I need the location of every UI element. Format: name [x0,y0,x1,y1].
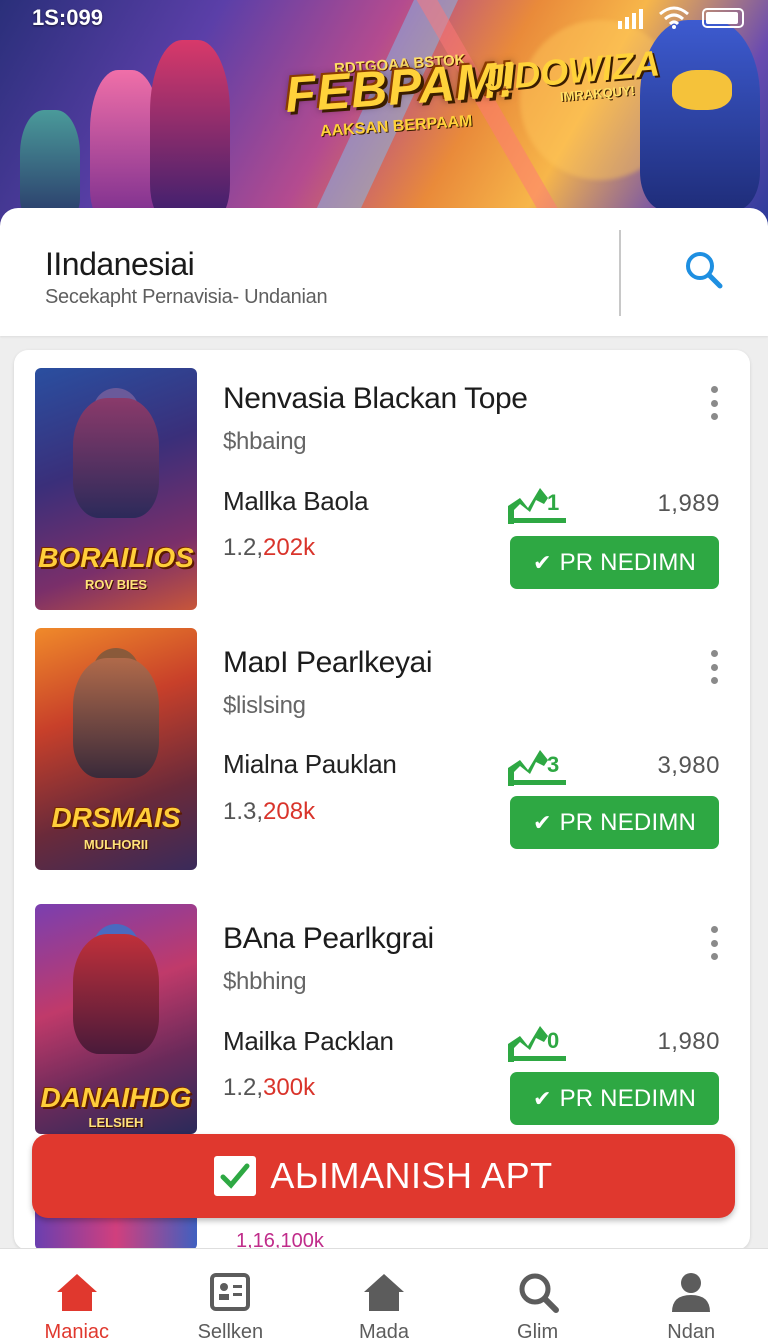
nav-item-ndan[interactable]: Ndan [614,1249,768,1344]
house-icon [363,1274,404,1311]
banner-hero-figure [20,110,80,220]
primary-action-button[interactable]: AЬIMANISH APT [32,1134,735,1218]
search-icon [519,1273,559,1313]
app-screen: 1S:099 RDTGOAA BSTOK FEBPAM! JIDOWIZA IM… [0,0,768,1344]
wifi-icon [659,6,689,29]
rating-count: 1,980 [657,1028,720,1055]
cover-subtitle: ROV BIES [84,577,148,592]
app-cover-image[interactable]: BORAILIOS ROV BIES [35,368,197,610]
list-item[interactable]: DANAIHDG LELSIEH BAna Pearlkgrai $hbhing… [14,890,750,1152]
check-icon: ✔ [532,549,552,575]
rating-count: 3,980 [657,752,720,779]
banner-hero-figure [150,40,230,220]
list-item[interactable]: BORAILIOS ROV BIES Nenvasia Blackan Tope… [14,350,750,612]
rating-count: 1,989 [657,490,720,517]
home-icon [56,1274,97,1311]
person-icon [672,1273,711,1312]
status-bar: 1S:099 [0,5,768,30]
nav-item-glim[interactable]: Glim [461,1249,615,1344]
bottom-navigation: Maniac Sellken Mada Glim Ndan [0,1248,768,1344]
nav-item-maniac[interactable]: Maniac [0,1249,154,1344]
app-price: $lislsing [223,692,306,719]
checkbox-icon [214,1156,257,1196]
cover-title: BORAILIOS [38,542,194,573]
rank-number: 3 [547,752,560,777]
search-icon[interactable] [682,248,726,292]
app-downloads: 1.2,202k [223,534,316,561]
cover-title: DANAIHDG [40,1082,192,1113]
page-title: IIndanesiai [45,246,195,282]
app-price: $hbaing [223,428,307,455]
nav-item-mada[interactable]: Mada [307,1249,461,1344]
signal-icon [618,9,643,29]
app-developer: Mialna Pauklan [223,749,397,779]
app-cover-image[interactable]: DANAIHDG LELSIEH [35,904,197,1134]
promo-banner[interactable]: 1S:099 RDTGOAA BSTOK FEBPAM! JIDOWIZA IM… [0,0,768,228]
app-downloads: 1.2,300k [223,1074,316,1101]
app-cover-image[interactable]: DRSMAIS MULHORII [35,628,197,870]
banner-mascot-beak [672,70,732,110]
app-list: BORAILIOS ROV BIES Nenvasia Blackan Tope… [14,350,750,1250]
app-name[interactable]: BAna Pearlkgrai [223,922,434,956]
app-developer: Mallka Baola [223,486,369,516]
app-price: $hbhing [223,968,307,995]
app-name[interactable]: MaɒI Pearlkeyai [223,646,433,680]
app-downloads: 1.3,208k [223,798,316,825]
status-time: 1S:099 [32,5,103,30]
battery-icon [702,8,744,28]
primary-action-label: AЬIMANISH APT [270,1155,553,1196]
header-divider [619,230,621,316]
check-icon: ✔ [532,809,552,835]
app-name[interactable]: Nenvasia Blackan Tope [223,382,528,416]
more-options-icon[interactable] [704,926,724,960]
nav-item-sellken[interactable]: Sellken [154,1249,308,1344]
install-button[interactable]: ✔ PR NEDIMN [510,536,719,589]
install-button[interactable]: ✔ PR NEDIMN [510,796,719,849]
rank-number: 1 [547,490,560,515]
rank-number: 0 [547,1028,560,1053]
more-options-icon[interactable] [704,650,724,684]
more-options-icon[interactable] [704,386,724,420]
list-item[interactable]: DRSMAIS MULHORII MaɒI Pearlkeyai $lislsi… [14,612,750,874]
cover-title: DRSMAIS [51,802,181,833]
cover-subtitle: MULHORII [83,837,149,852]
search-header: IIndanesiai Secekapht Pernavisia- Undani… [0,208,768,336]
app-developer: Mailka Packlan [223,1026,394,1056]
id-card-icon [210,1273,251,1311]
install-button[interactable]: ✔ PR NEDIMN [510,1072,719,1125]
app-downloads: 1,16,100k [236,1230,324,1250]
check-icon: ✔ [532,1085,552,1111]
cover-subtitle: LELSIEH [88,1115,144,1130]
page-subtitle: Secekapht Pernavisia- Undanian [45,286,328,308]
